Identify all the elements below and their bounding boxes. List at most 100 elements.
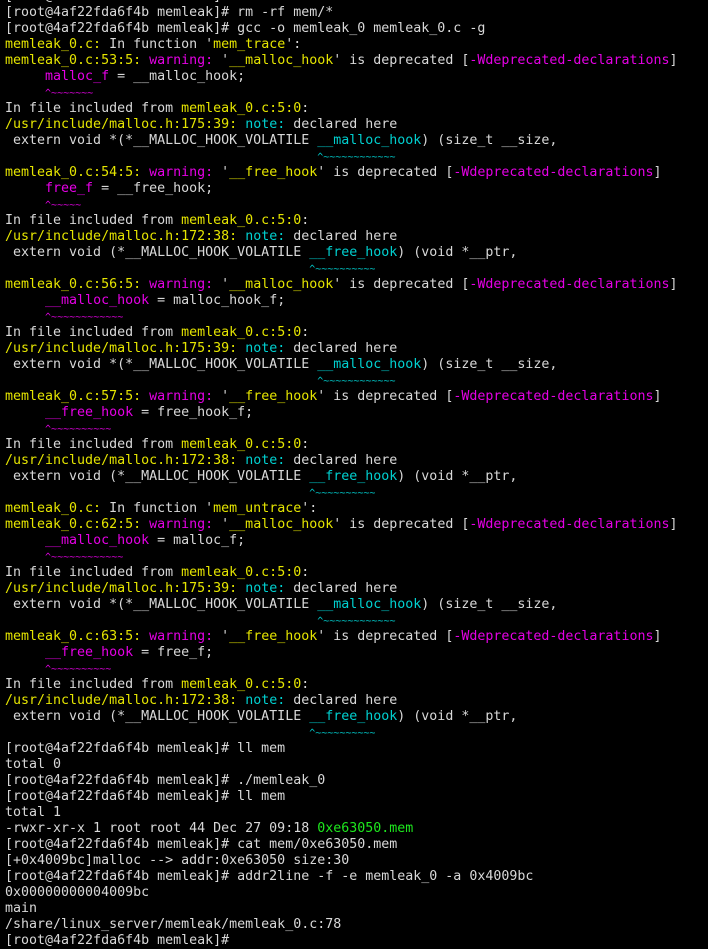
terminal-text-segment: ] <box>653 629 662 644</box>
terminal-line: memleak_0.c:56:5: warning: '__malloc_hoo… <box>5 277 705 293</box>
terminal-text-segment: = __malloc_hook; <box>109 69 246 84</box>
terminal-line: In file included from memleak_0.c:5:0: <box>5 101 705 117</box>
terminal-line: extern void *(*__MALLOC_HOOK_VOLATILE __… <box>5 357 705 373</box>
terminal-text-segment: In file included from <box>5 437 182 452</box>
terminal-text-segment: mem_untrace <box>213 501 302 516</box>
terminal-line: ^~~~~~ <box>5 197 705 213</box>
terminal-text-segment: declared here <box>285 341 398 356</box>
terminal-text-segment: __free_hook <box>45 405 134 420</box>
terminal-text-segment: __free_hook <box>229 165 318 180</box>
terminal-text-segment: extern void *(*__MALLOC_HOOK_VOLATILE <box>5 597 318 612</box>
terminal-text-segment: ] <box>669 53 678 68</box>
terminal-text-segment: ' <box>213 165 230 180</box>
terminal-text-segment: note: <box>245 117 286 132</box>
terminal-text-segment: ^~~~~~~~~~~~~ <box>317 616 396 627</box>
terminal-line: /usr/include/malloc.h:175:39: note: decl… <box>5 117 705 133</box>
terminal-line: extern void (*__MALLOC_HOOK_VOLATILE __f… <box>5 709 705 725</box>
terminal-line: total 1 <box>5 805 705 821</box>
terminal-line: ^~~~~~~~~~~~~ <box>5 309 705 325</box>
terminal-line: __malloc_hook = malloc_hook_f; <box>5 293 705 309</box>
terminal-line: ^~~~~~~~~~~ <box>5 421 705 437</box>
terminal-text-segment: extern void *(*__MALLOC_HOOK_VOLATILE <box>5 357 318 372</box>
terminal-text-segment: ': <box>285 37 302 52</box>
terminal-text-segment: ^~~~~~~~~~~ <box>45 424 112 435</box>
terminal-text-segment: = malloc_hook_f; <box>149 293 286 308</box>
terminal-text-segment: In file included from <box>5 677 182 692</box>
terminal-text-segment: ) (void *__ptr, <box>397 469 518 484</box>
terminal-line: [root@4af22fda6f4b memleak]# gcc -o meml… <box>5 21 705 37</box>
terminal-text-segment: ' <box>213 517 230 532</box>
terminal-text-segment: __free_hook <box>309 469 398 484</box>
terminal-text-segment: __free_hook <box>45 645 134 660</box>
terminal-text-segment: free_f <box>45 181 94 196</box>
terminal-text-segment: In function ' <box>101 37 214 52</box>
terminal-text-segment: : <box>301 213 310 228</box>
terminal-text-segment: memleak_0.c:57:5: <box>5 389 142 404</box>
terminal-text-segment: [root@4af22fda6f4b memleak]# ./memleak_0 <box>5 773 326 788</box>
terminal-text-segment: declared here <box>285 693 398 708</box>
terminal-text-segment: __free_hook <box>309 709 398 724</box>
terminal-line: __malloc_hook = malloc_f; <box>5 533 705 549</box>
terminal-text-segment: mem_trace <box>213 37 286 52</box>
terminal-text-segment: memleak_0.c:56:5: <box>5 277 142 292</box>
terminal-text-segment: 0xe63050.mem <box>317 821 414 836</box>
terminal-text-segment: ^~~~~~~~~~~~~ <box>45 552 124 563</box>
terminal-line: memleak_0.c: In function 'mem_untrace': <box>5 501 705 517</box>
terminal-line: __free_hook = free_f; <box>5 645 705 661</box>
terminal-text-segment: __malloc_hook <box>229 277 334 292</box>
terminal-line: [+0x4009bc]malloc --> addr:0xe63050 size… <box>5 853 705 869</box>
terminal-line: In file included from memleak_0.c:5:0: <box>5 213 705 229</box>
terminal-text-segment: note: <box>245 229 286 244</box>
terminal-line: 0x00000000004009bc <box>5 885 705 901</box>
terminal-text-segment: warning: <box>149 53 214 68</box>
terminal-line: ^~~~~~~~~~~~~ <box>5 373 705 389</box>
terminal-text-segment: ^~~~~~ <box>45 200 82 211</box>
terminal-line: -rwxr-xr-x 1 root root 44 Dec 27 09:18 0… <box>5 821 705 837</box>
terminal-text-segment: -Wdeprecated-declarations <box>453 389 654 404</box>
terminal-line: [root@4af22fda6f4b memleak]# addr2line -… <box>5 869 705 885</box>
terminal-text-segment: declared here <box>285 453 398 468</box>
terminal-text-segment: extern void (*__MALLOC_HOOK_VOLATILE <box>5 469 310 484</box>
terminal-text-segment: ) (size_t __size, <box>421 357 558 372</box>
terminal-text-segment: __malloc_hook <box>317 133 422 148</box>
terminal-text-segment: /usr/include/malloc.h:175:39: <box>5 117 238 132</box>
terminal-line: extern void *(*__MALLOC_HOOK_VOLATILE __… <box>5 133 705 149</box>
terminal-text-segment: -Wdeprecated-declarations <box>469 517 670 532</box>
terminal-text-segment: __malloc_hook <box>229 517 334 532</box>
terminal-line: /usr/include/malloc.h:172:38: note: decl… <box>5 453 705 469</box>
terminal-text-segment: : <box>301 677 310 692</box>
terminal-line: memleak_0.c:53:5: warning: '__malloc_hoo… <box>5 53 705 69</box>
terminal-text-segment: total 1 <box>5 805 62 820</box>
terminal-text-segment: In file included from <box>5 325 182 340</box>
terminal-text-segment: In function ' <box>101 501 214 516</box>
terminal-output[interactable]: [root@4af22fda6f4b memleak]# [root@4af22f… <box>5 0 705 949</box>
terminal-text-segment: warning: <box>149 277 214 292</box>
terminal-text-segment: total 0 <box>5 757 62 772</box>
terminal-text-segment: [root@4af22fda6f4b memleak]# addr2line -… <box>5 869 534 884</box>
terminal-line: [root@4af22fda6f4b memleak]# ll mem <box>5 741 705 757</box>
terminal-line: memleak_0.c: In function 'mem_trace': <box>5 37 705 53</box>
terminal-line: [root@4af22fda6f4b memleak]# <box>5 933 705 949</box>
terminal-text-segment: /usr/include/malloc.h:175:39: <box>5 581 238 596</box>
terminal-text-segment: extern void *(*__MALLOC_HOOK_VOLATILE <box>5 133 318 148</box>
terminal-text-segment: memleak_0.c: <box>5 501 102 516</box>
terminal-text-segment: -Wdeprecated-declarations <box>469 53 670 68</box>
terminal-text-segment: memleak_0.c:5:0 <box>181 325 302 340</box>
terminal-line: In file included from memleak_0.c:5:0: <box>5 325 705 341</box>
terminal-line: ^~~~~~~~~~~ <box>5 661 705 677</box>
terminal-line: main <box>5 901 705 917</box>
